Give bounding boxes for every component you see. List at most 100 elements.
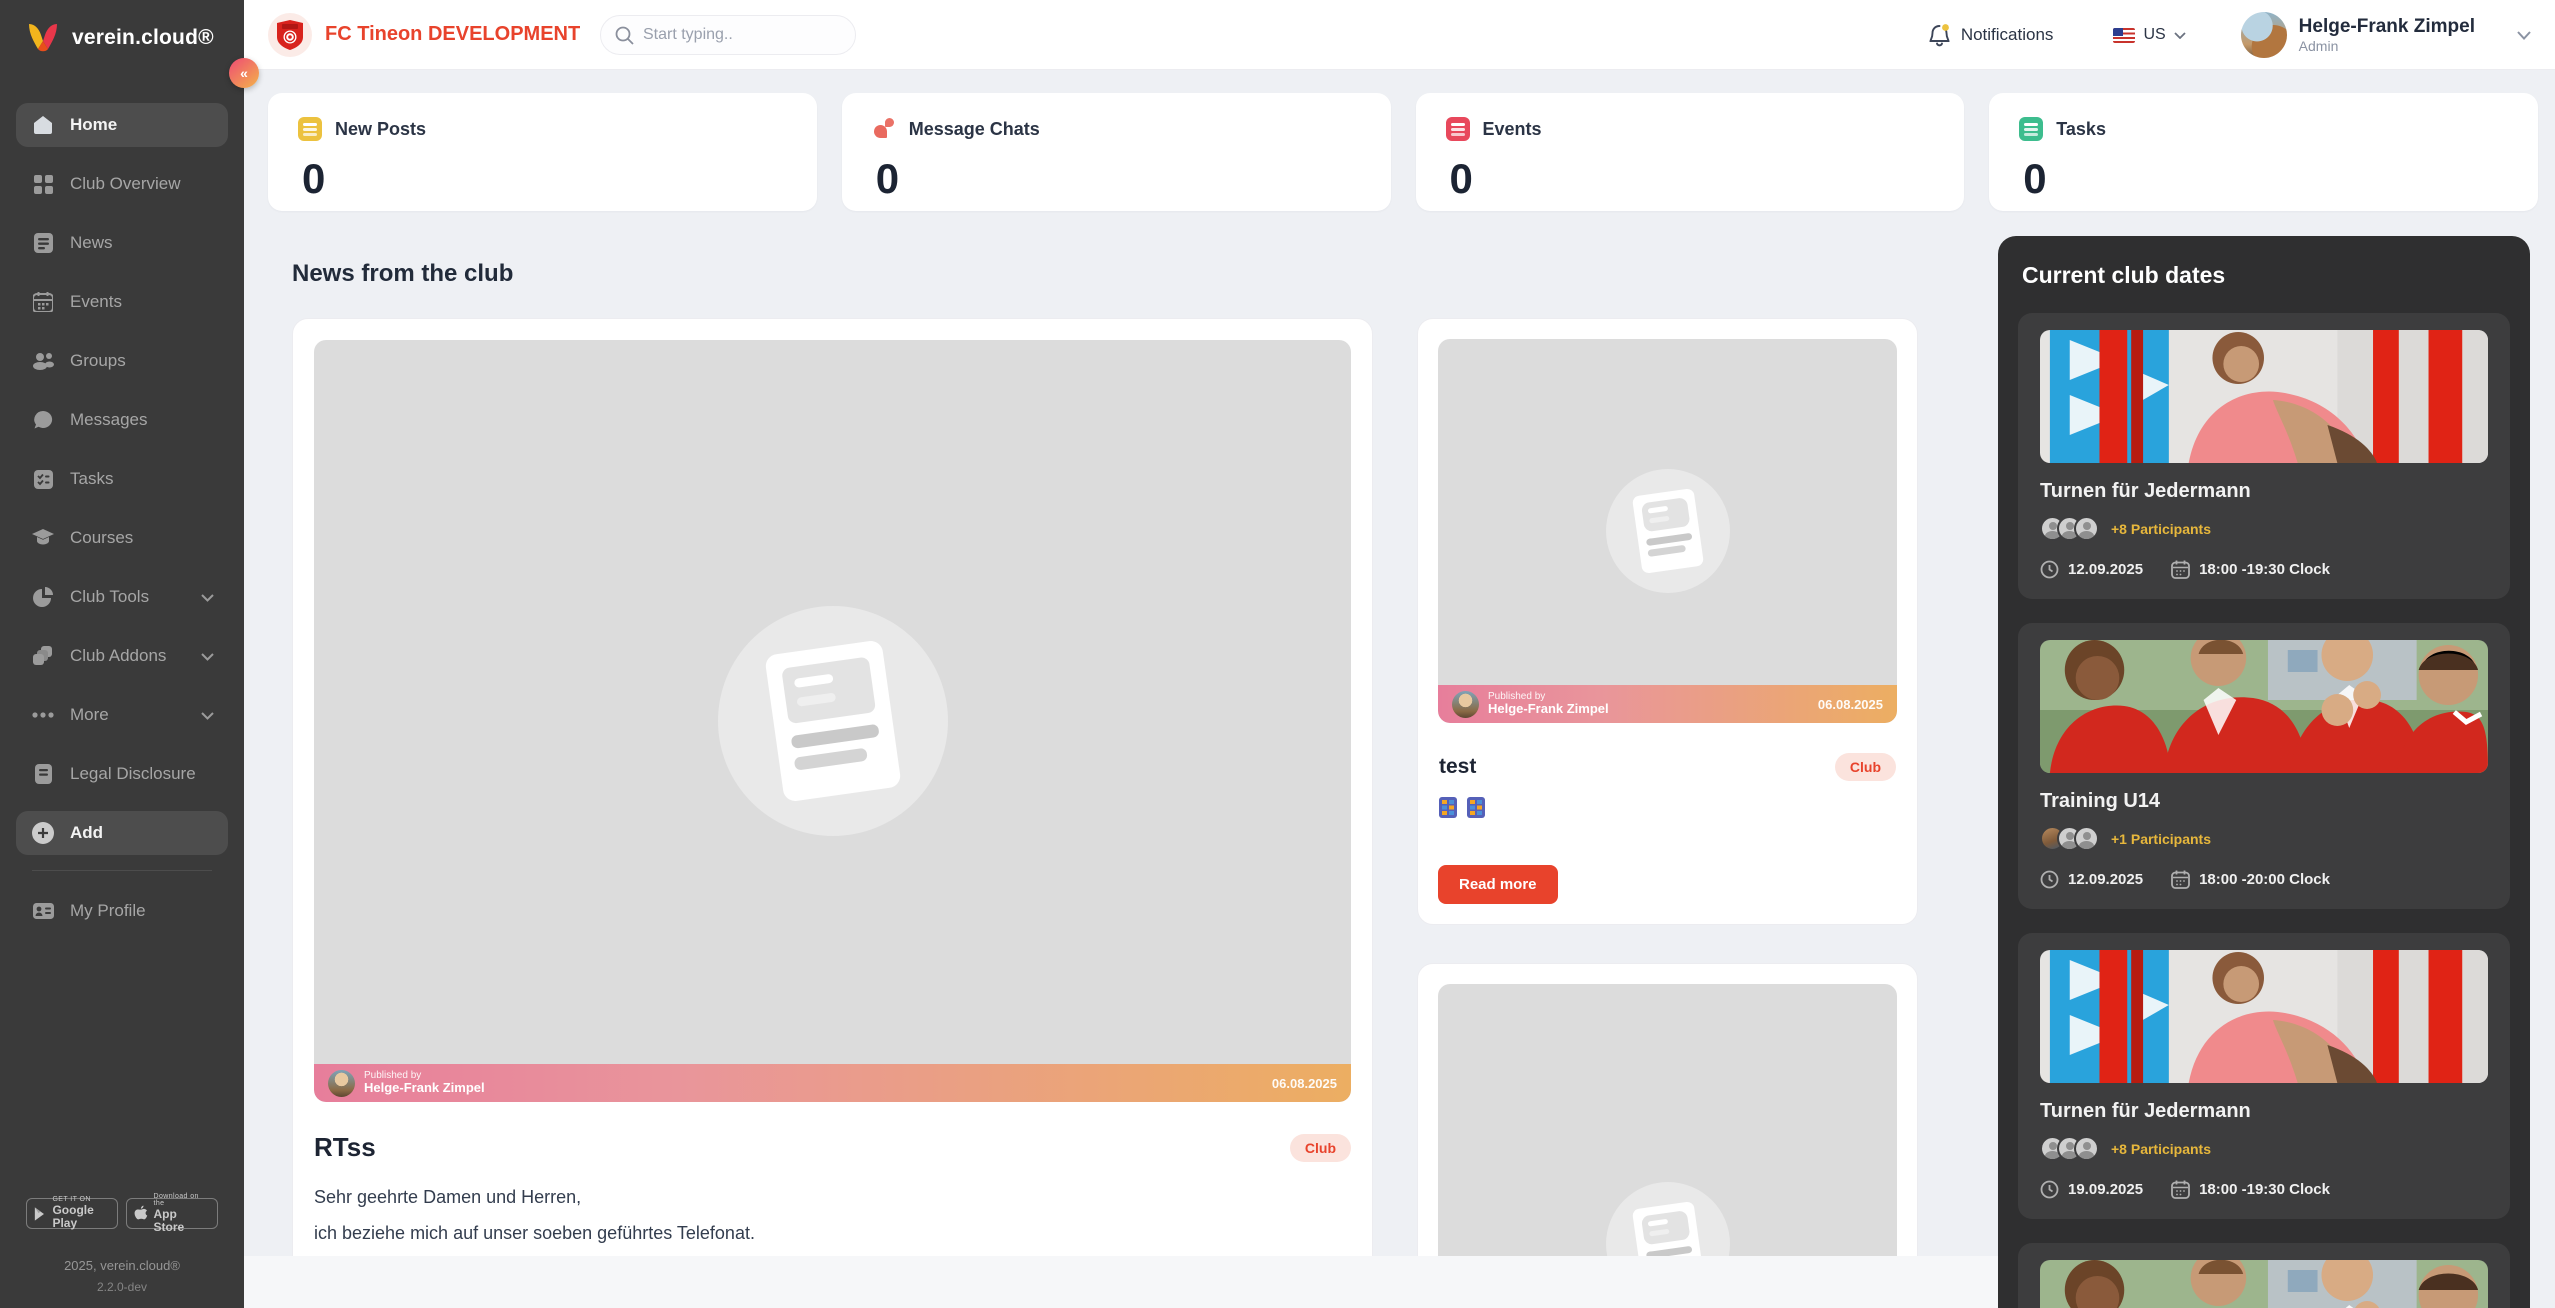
sidebar-item-home[interactable]: Home	[16, 103, 228, 147]
user-role: Admin	[2299, 38, 2475, 54]
global-search[interactable]	[600, 15, 856, 55]
sidebar-item-club-tools[interactable]: Club Tools	[16, 575, 228, 619]
sidebar-item-label: Events	[70, 292, 122, 312]
event-photo-gym	[2040, 330, 2488, 463]
sidebar-item-label: Messages	[70, 410, 147, 430]
published-by-label: Published by	[1488, 691, 1609, 703]
sidebar-item-tasks[interactable]: Tasks	[16, 457, 228, 501]
event-meta: 12.09.2025 18:00 -20:00 Clock	[2040, 870, 2488, 889]
language-selector[interactable]: US	[2113, 26, 2185, 44]
chevron-down-icon	[201, 646, 214, 666]
search-input[interactable]	[643, 26, 813, 44]
event-card[interactable]: Turnen für Jedermann +8 Participants 19.…	[2018, 933, 2510, 1219]
sidebar-item-label: Club Addons	[70, 646, 166, 666]
news-section-title: News from the club	[292, 260, 513, 288]
ellipsis-icon	[32, 704, 54, 726]
brand-logo: verein.cloud®	[0, 0, 244, 54]
post-date: 06.08.2025	[1272, 1076, 1337, 1091]
sidebar-divider	[32, 870, 212, 871]
version-text: 2.2.0-dev	[0, 1280, 244, 1294]
main-content: New Posts 0 Message Chats 0 Events 0	[244, 70, 2555, 1308]
stat-card-message-chats[interactable]: Message Chats 0	[842, 93, 1391, 211]
event-card[interactable]: Training U14 +1 Participants 12.09.2025 …	[2018, 623, 2510, 909]
calendar-icon	[2171, 870, 2190, 889]
stat-card-new-posts[interactable]: New Posts 0	[268, 93, 817, 211]
read-more-button[interactable]: Read more	[1438, 865, 1558, 904]
sidebar-item-add[interactable]: Add	[16, 811, 228, 855]
post-category-badge: Club	[1290, 1134, 1351, 1162]
sidebar-item-label: My Profile	[70, 901, 146, 921]
chat-bubble-icon	[32, 409, 54, 431]
stat-card-events[interactable]: Events 0	[1416, 93, 1965, 211]
news-post-main[interactable]: Published by Helge-Frank Zimpel 06.08.20…	[292, 318, 1373, 1308]
chevron-down-icon	[201, 587, 214, 607]
sidebar-nav: Home Club Overview News Events	[16, 103, 228, 948]
stat-label: Events	[1483, 119, 1542, 140]
badge-bottom-text: Google Play	[52, 1204, 110, 1230]
google-play-badge[interactable]: GET IT ONGoogle Play	[26, 1198, 118, 1229]
header-right: Notifications US Helge-Frank Zimpel Admi…	[1928, 0, 2555, 70]
event-time: 18:00 -19:30 Clock	[2199, 1181, 2330, 1198]
post-content-emojis	[1418, 797, 1917, 818]
participant-avatar	[2074, 826, 2099, 851]
grid-icon	[32, 173, 54, 195]
user-avatar	[2241, 12, 2287, 58]
stat-value: 0	[876, 155, 1361, 203]
sidebar-item-my-profile[interactable]: My Profile	[16, 889, 228, 933]
sidebar-collapse-button[interactable]: «	[229, 58, 259, 88]
post-author: Helge-Frank Zimpel	[1488, 702, 1609, 717]
home-icon	[32, 114, 54, 136]
sidebar-item-legal-disclosure[interactable]: Legal Disclosure	[16, 752, 228, 796]
user-name: Helge-Frank Zimpel	[2299, 16, 2475, 38]
event-participants-row: +1 Participants	[2040, 826, 2488, 851]
chevron-down-icon[interactable]	[2517, 31, 2531, 40]
sidebar-item-groups[interactable]: Groups	[16, 339, 228, 383]
event-time: 18:00 -19:30 Clock	[2199, 561, 2330, 578]
sidebar-item-events[interactable]: Events	[16, 280, 228, 324]
plus-icon	[32, 822, 54, 844]
notifications-button[interactable]: Notifications	[1928, 23, 2054, 47]
new-posts-icon	[298, 117, 322, 141]
message-chats-icon	[872, 117, 896, 141]
post-image-placeholder: Published by Helge-Frank Zimpel 06.08.20…	[314, 340, 1351, 1102]
stat-card-tasks[interactable]: Tasks 0	[1989, 93, 2538, 211]
sidebar-item-news[interactable]: News	[16, 221, 228, 265]
sidebar-item-club-overview[interactable]: Club Overview	[16, 162, 228, 206]
bell-icon	[1928, 23, 1951, 47]
badge-top-text: Download on the	[154, 1193, 210, 1208]
brand-logo-text: verein.cloud®	[72, 26, 214, 50]
chevron-down-icon	[2174, 32, 2186, 39]
post-title: RTss	[314, 1132, 376, 1163]
event-title: Turnen für Jedermann	[2040, 1100, 2488, 1123]
verein-cloud-logo-icon	[26, 22, 60, 54]
participant-avatar	[2074, 516, 2099, 541]
sidebar-item-label: Legal Disclosure	[70, 764, 196, 784]
club-dates-panel: Current club dates Turnen für Jedermann …	[1998, 236, 2530, 1308]
clock-icon	[2040, 560, 2059, 579]
badge-bottom-text: App Store	[154, 1208, 210, 1234]
clock-icon	[2040, 1180, 2059, 1199]
google-play-icon	[34, 1206, 46, 1222]
sidebar-item-club-addons[interactable]: Club Addons	[16, 634, 228, 678]
post-image-placeholder: Published by Helge-Frank Zimpel 06.08.20…	[1438, 339, 1897, 723]
event-card[interactable]: Turnen für Jedermann +8 Participants 12.…	[2018, 313, 2510, 599]
sidebar-item-more[interactable]: More	[16, 693, 228, 737]
id-card-icon	[32, 900, 54, 922]
participants-count: +8 Participants	[2111, 521, 2211, 537]
document-icon	[32, 763, 54, 785]
user-menu[interactable]: Helge-Frank Zimpel Admin	[2241, 12, 2475, 58]
event-meta: 12.09.2025 18:00 -19:30 Clock	[2040, 560, 2488, 579]
sidebar-item-courses[interactable]: Courses	[16, 516, 228, 560]
tasks-icon	[32, 468, 54, 490]
sidebar-item-label: Add	[70, 823, 103, 843]
app-store-badge[interactable]: Download on theApp Store	[126, 1198, 218, 1229]
store-badges: GET IT ONGoogle Play Download on theApp …	[0, 1198, 244, 1229]
sidebar-item-messages[interactable]: Messages	[16, 398, 228, 442]
event-time: 18:00 -20:00 Clock	[2199, 871, 2330, 888]
event-card[interactable]: Training U14	[2018, 1243, 2510, 1308]
pie-chart-icon	[32, 586, 54, 608]
tasks-stat-icon	[2019, 117, 2043, 141]
news-post-side[interactable]: Published by Helge-Frank Zimpel 06.08.20…	[1417, 318, 1918, 925]
club-switcher[interactable]: FC Tineon DEVELOPMENT	[268, 13, 580, 57]
language-label: US	[2143, 26, 2165, 44]
